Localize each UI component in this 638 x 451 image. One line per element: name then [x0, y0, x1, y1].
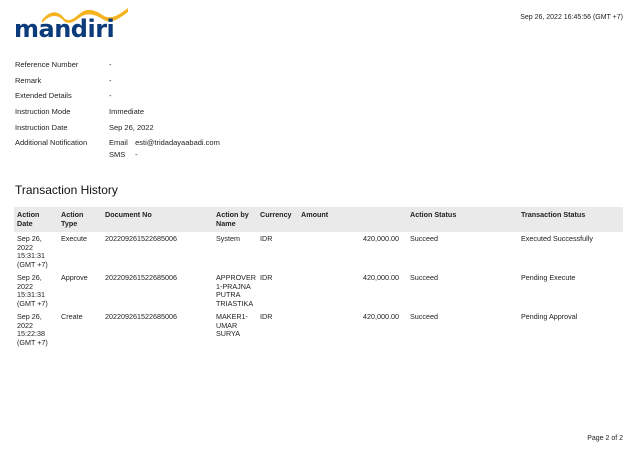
cell-transaction-status: Pending Execute: [521, 273, 576, 282]
cell-action-status: Succeed: [410, 234, 438, 243]
sms-value: -: [135, 150, 138, 159]
sms-label: SMS: [109, 150, 126, 159]
detail-value: -: [109, 76, 112, 85]
table-row: Sep 26, 2022 15:31:31 (GMT +7) Approve 2…: [14, 271, 623, 310]
detail-label: Additional Notification: [15, 138, 88, 147]
print-timestamp: Sep 26, 2022 16:45:56 (GMT +7): [520, 14, 623, 21]
cell-action-by-name: MAKER1-UMAR SURYA: [216, 312, 248, 338]
detail-row-instruction-date: Instruction Date Sep 26, 2022: [15, 123, 335, 135]
cell-currency: IDR: [260, 234, 273, 243]
detail-label: Instruction Mode: [15, 107, 71, 116]
column-header-amount: Amount: [298, 207, 407, 232]
cell-action-by-name: APPROVER 1-PRAJNA PUTRA TRIASTIKA: [216, 273, 256, 308]
detail-label: Reference Number: [15, 60, 79, 69]
cell-currency: IDR: [260, 273, 273, 282]
detail-label: Instruction Date: [15, 123, 68, 132]
cell-amount: 420,000.00: [363, 273, 399, 282]
cell-currency: IDR: [260, 312, 273, 321]
email-label: Email: [109, 138, 128, 147]
cell-action-type: Approve: [61, 273, 88, 282]
cell-action-date: Sep 26, 2022 15:31:31 (GMT +7): [17, 234, 48, 269]
column-header-currency: Currency: [257, 207, 298, 232]
table-row: Sep 26, 2022 15:22:38 (GMT +7) Create 20…: [14, 310, 623, 349]
cell-action-status: Succeed: [410, 273, 438, 282]
detail-row-extended-details: Extended Details -: [15, 91, 335, 103]
column-header-action-by-name: Action by Name: [213, 207, 257, 232]
detail-value: Immediate: [109, 107, 145, 116]
detail-value: -: [109, 91, 112, 100]
table-row: Sep 26, 2022 15:31:31 (GMT +7) Execute 2…: [14, 232, 623, 271]
column-header-action-status: Action Status: [407, 207, 518, 232]
column-header-action-type: Action Type: [58, 207, 102, 232]
detail-row-instruction-mode: Instruction Mode Immediate: [15, 107, 335, 119]
cell-transaction-status: Executed Successfully: [521, 234, 593, 243]
cell-action-type: Execute: [61, 234, 87, 243]
detail-value: -: [109, 60, 112, 69]
column-header-document-no: Document No: [102, 207, 213, 232]
notification-sms: SMS -: [109, 150, 138, 159]
notification-email: Email esti@tridadayaabadi.com: [109, 138, 220, 147]
cell-document-no: 202209261522685006: [105, 234, 177, 243]
cell-amount: 420,000.00: [363, 234, 399, 243]
detail-label: Remark: [15, 76, 42, 85]
table-header-row: Action Date Action Type Document No Acti…: [14, 207, 623, 232]
cell-transaction-status: Pending Approval: [521, 312, 578, 321]
cell-document-no: 202209261522685006: [105, 273, 177, 282]
transaction-history-table: Action Date Action Type Document No Acti…: [14, 207, 623, 349]
cell-action-date: Sep 26, 2022 15:31:31 (GMT +7): [17, 273, 48, 308]
cell-action-date: Sep 26, 2022 15:22:38 (GMT +7): [17, 312, 48, 347]
detail-row-remark: Remark -: [15, 76, 335, 88]
detail-row-reference-number: Reference Number -: [15, 60, 335, 72]
detail-row-additional-notification: Additional Notification Email esti@trida…: [15, 138, 335, 164]
detail-label: Extended Details: [15, 91, 72, 100]
cell-action-status: Succeed: [410, 312, 438, 321]
column-header-action-date: Action Date: [14, 207, 58, 232]
mandiri-logo: mandiri: [14, 6, 128, 43]
cell-action-by-name: System: [216, 234, 240, 243]
email-value: esti@tridadayaabadi.com: [135, 138, 220, 147]
page-number: Page 2 of 2: [587, 435, 623, 442]
logo-text: mandiri: [14, 15, 115, 43]
column-header-transaction-status: Transaction Status: [518, 207, 623, 232]
detail-value: Sep 26, 2022: [109, 123, 154, 132]
cell-action-type: Create: [61, 312, 83, 321]
cell-document-no: 202209261522685006: [105, 312, 177, 321]
cell-amount: 420,000.00: [363, 312, 399, 321]
section-title: Transaction History: [15, 183, 118, 197]
